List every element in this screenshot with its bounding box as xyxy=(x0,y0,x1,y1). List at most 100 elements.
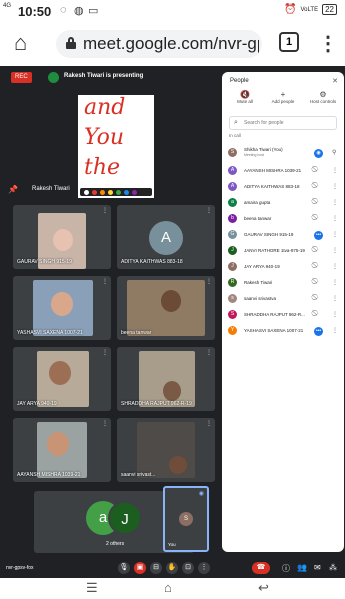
whiteboard-line: and xyxy=(84,95,126,120)
more-options-icon[interactable]: ⋮ xyxy=(198,562,210,574)
activities-icon[interactable]: ⁂ xyxy=(329,563,337,572)
color-swatch[interactable] xyxy=(84,189,89,195)
color-swatch[interactable] xyxy=(108,189,113,195)
whatsapp-icon: ◌ xyxy=(60,4,67,16)
participant-row[interactable]: AADITYA KAITHWAS 883-18⃠⋮ xyxy=(228,180,340,194)
present-screen-icon[interactable]: ⊡ xyxy=(182,562,194,574)
avatar: R xyxy=(228,278,237,287)
panel-title: People xyxy=(230,78,249,84)
avatar: b xyxy=(228,214,237,223)
pin-icon[interactable]: ⚲ xyxy=(332,149,336,156)
participant-row[interactable]: S Shikha Tiwari (You) Meeting host ◉ ⚲ xyxy=(228,146,340,160)
chat-icon[interactable]: ✉ xyxy=(314,563,321,572)
close-icon[interactable]: ✕ xyxy=(332,77,338,85)
participant-name: AAYANSH MISHRA 1039-21 xyxy=(244,168,302,173)
host-controls-icon: ⚙ xyxy=(319,90,327,99)
home-nav-icon[interactable]: ⌂ xyxy=(164,580,172,595)
lock-icon xyxy=(66,37,76,49)
browser-toolbar: ⌂ meet.google.com/nvr-gp 1 ⋮ xyxy=(0,22,345,66)
color-swatch[interactable] xyxy=(124,189,129,195)
leave-call-button[interactable]: ☎ xyxy=(252,562,270,574)
more-icon[interactable]: ⋮ xyxy=(332,231,338,238)
more-icon[interactable]: ⋮ xyxy=(332,215,338,222)
more-icon[interactable]: ⋮ xyxy=(332,183,338,190)
participant-row[interactable]: SSHRADDHA RAJPUT 962-R...⃠⋮ xyxy=(228,308,340,322)
presenter-name: Rakesh Tiwari xyxy=(32,186,70,192)
menu-icon[interactable]: ☰ xyxy=(86,580,98,596)
participant-row[interactable]: aamaira gupta⃠⋮ xyxy=(228,196,340,210)
pen-color-palette[interactable] xyxy=(80,188,152,196)
audio-level-icon: ◉ xyxy=(198,491,204,497)
more-icon[interactable]: ⋮ xyxy=(206,349,212,356)
participant-name: SHRADDHA RAJPUT 962-R... xyxy=(244,312,305,317)
participant-row[interactable]: G GAURAV SINGH 915-19 ••• ⋮ xyxy=(228,228,340,242)
more-icon[interactable]: ⋮ xyxy=(332,279,338,286)
add-people-button[interactable]: + Add people xyxy=(266,90,300,104)
more-icon[interactable]: ⋮ xyxy=(332,295,338,302)
captions-icon[interactable]: ⊟ xyxy=(150,562,162,574)
participant-row[interactable]: JJAY ARYA 940-19⃠⋮ xyxy=(228,260,340,274)
speaking-icon: ••• xyxy=(314,231,323,240)
camera-off-icon[interactable]: ▣ xyxy=(134,562,146,574)
avatar: J xyxy=(228,262,237,271)
more-icon[interactable]: ⋮ xyxy=(332,167,338,174)
mute-all-button[interactable]: 🔇 Mute all xyxy=(228,90,262,104)
avatar: A xyxy=(149,221,183,255)
participant-tile[interactable]: ⋮ beena tanwar xyxy=(117,276,215,340)
participant-tile[interactable]: ⋮ AAYANSH MISHRA 1039-21 xyxy=(13,418,111,482)
avatar: J xyxy=(228,246,237,255)
mic-icon[interactable]: 🎙 xyxy=(118,562,130,574)
more-icon[interactable]: ⋮ xyxy=(206,278,212,285)
tab-switcher-button[interactable]: 1 xyxy=(279,32,299,52)
more-icon[interactable]: ⋮ xyxy=(206,207,212,214)
more-icon[interactable]: ⋮ xyxy=(332,199,338,206)
avatar: S xyxy=(228,148,237,157)
participant-tile[interactable]: ⋮ SHRADDHA RAJPUT 962-R-19 xyxy=(117,347,215,411)
participant-tile[interactable]: ⋮ GAURAV SINGH 915-19 xyxy=(13,205,111,269)
color-swatch[interactable] xyxy=(132,189,137,195)
participant-tile[interactable]: ⋮ YASHASVI SAXENA 1007-21 xyxy=(13,276,111,340)
presenting-icon xyxy=(48,72,59,83)
more-icon[interactable]: ⋮ xyxy=(332,311,338,318)
participant-row[interactable]: AAAYANSH MISHRA 1039-21⃠⋮ xyxy=(228,164,340,178)
host-controls-button[interactable]: ⚙ Host controls xyxy=(304,90,342,104)
participant-name: beena tanwar xyxy=(121,330,152,336)
more-icon[interactable]: ⋮ xyxy=(332,247,338,254)
color-swatch[interactable] xyxy=(92,189,97,195)
participant-row[interactable]: bbeena tanwar⃠⋮ xyxy=(228,212,340,226)
address-bar[interactable]: meet.google.com/nvr-gp xyxy=(56,30,262,58)
clock: 10:50 xyxy=(18,4,52,19)
more-icon[interactable]: ⋮ xyxy=(332,263,338,270)
raise-hand-icon[interactable]: ✋ xyxy=(166,562,178,574)
participant-row[interactable]: Y YASHASVI SAXENA 1007-21 ••• ⋮ xyxy=(228,324,340,338)
recording-badge: REC xyxy=(11,72,32,83)
more-icon[interactable]: ⋮ xyxy=(332,327,338,334)
more-icon[interactable]: ⋮ xyxy=(206,420,212,427)
pin-icon[interactable]: 📌 xyxy=(8,185,18,194)
participant-tile[interactable]: ⋮ JAY ARYA 940-19 xyxy=(13,347,111,411)
people-icon[interactable]: 👥 xyxy=(297,563,307,572)
more-icon[interactable]: ⋮ xyxy=(102,420,108,427)
participant-row[interactable]: RRakesh Tiwari⃠⋮ xyxy=(228,276,340,290)
more-icon[interactable]: ⋮ xyxy=(102,278,108,285)
participant-row[interactable]: ssaanvi srivastva⃠⋮ xyxy=(228,292,340,306)
battery-indicator: 22 xyxy=(322,4,337,15)
more-icon[interactable]: ⋮ xyxy=(102,207,108,214)
back-icon[interactable]: ↩ xyxy=(258,580,269,596)
info-icon[interactable]: ⓘ xyxy=(282,563,290,574)
color-swatch[interactable] xyxy=(100,189,105,195)
self-tile[interactable]: ◉ S You xyxy=(163,486,209,552)
browser-menu-icon[interactable]: ⋮ xyxy=(318,31,338,56)
speaking-icon: ••• xyxy=(314,327,323,336)
avatar: A xyxy=(228,182,237,191)
color-swatch[interactable] xyxy=(116,189,121,195)
participant-name: YASHASVI SAXENA 1007-21 xyxy=(17,330,83,336)
status-bar: 4G 10:50 ◌ ◍ ▭ ⏰ VoLTE 22 xyxy=(0,0,345,22)
avatar: a xyxy=(228,198,237,207)
people-search-input[interactable]: ⌕ Search for people xyxy=(229,116,337,130)
home-icon[interactable]: ⌂ xyxy=(14,30,27,56)
participant-tile[interactable]: A ⋮ ADITYA KAITHWAS 883-18 xyxy=(117,205,215,269)
participant-tile[interactable]: ⋮ saanvi srivast... xyxy=(117,418,215,482)
more-icon[interactable]: ⋮ xyxy=(102,349,108,356)
participant-row[interactable]: JJANVI RATHORE 1tva-975-19⃠⋮ xyxy=(228,244,340,258)
